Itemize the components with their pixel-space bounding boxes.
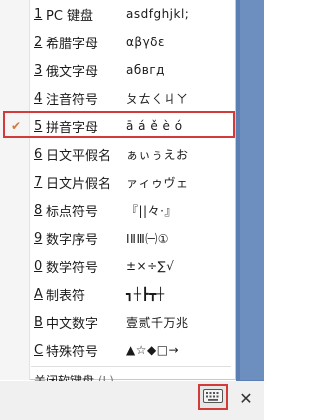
menu-item-number: 8 [34, 202, 43, 218]
menu-item-number: 6 [34, 146, 43, 162]
menu-item-number: 2 [34, 34, 43, 50]
menu-item-sample: абвгд [126, 63, 165, 77]
background-panel-inner [240, 0, 264, 380]
menu-item-label: 标点符号 [46, 204, 99, 220]
menu-item-label: 制表符 [46, 288, 86, 304]
menu-item-katakana[interactable]: 7 日文片假名 ァィゥヴェ [0, 170, 236, 194]
menu-item-chinese-numerals[interactable]: B 中文数字 壹贰千万兆 [0, 310, 236, 334]
menu-item-number: 5 [34, 118, 43, 134]
menu-item-math-symbols[interactable]: 0 数学符号 ±×÷∑√ [0, 254, 236, 278]
menu-item-number: 9 [34, 230, 43, 246]
menu-item-number: 0 [34, 258, 43, 274]
menu-item-sample: ァィゥヴェ [126, 175, 189, 190]
menu-item-sample: asdfghjkl; [126, 7, 190, 21]
menu-item-special-symbols[interactable]: C 特殊符号 ▲☆◆□→ [0, 338, 236, 362]
menu-item-number: 1 [34, 6, 43, 22]
menu-item-sample: ▲☆◆□→ [126, 343, 180, 357]
menu-item-sample: αβγδε [126, 35, 165, 49]
menu-item-sample: ⅠⅡⅢ㈠① [126, 231, 169, 246]
soft-keyboard-menu: 1 PC 键盘 asdfghjkl; 2 希腊字母 αβγδε 3 俄文字母 а… [0, 0, 236, 380]
menu-item-sample: ā á ě è ó [126, 119, 183, 133]
menu-item-hiragana[interactable]: 6 日文平假名 ぁぃぅえお [0, 142, 236, 166]
menu-item-label: 特殊符号 [46, 344, 99, 360]
menu-item-label: 希腊字母 [46, 36, 99, 52]
checkmark-icon: ✔ [11, 119, 22, 133]
menu-item-label: 日文平假名 [46, 148, 112, 164]
menu-item-label: 中文数字 [46, 316, 99, 332]
menu-item-russian[interactable]: 3 俄文字母 абвгд [0, 58, 236, 82]
menu-item-number-symbols[interactable]: 9 数字序号 ⅠⅡⅢ㈠① [0, 226, 236, 250]
menu-item-number: A [34, 286, 43, 302]
menu-item-punctuation[interactable]: 8 标点符号 『||々·』 [0, 198, 236, 222]
keyboard-icon [203, 388, 223, 407]
menu-item-number: 4 [34, 90, 43, 106]
menu-item-pc-keyboard[interactable]: 1 PC 键盘 asdfghjkl; [0, 2, 236, 26]
menu-item-sample: ぁぃぅえお [126, 147, 189, 162]
menu-item-label: 日文片假名 [46, 176, 112, 192]
menu-item-label: 俄文字母 [46, 64, 99, 80]
menu-item-box-drawing[interactable]: A 制表符 ┓┼┣┳┼ [0, 282, 236, 306]
menu-item-label: 拼音字母 [46, 120, 99, 136]
menu-item-number: 3 [34, 62, 43, 78]
menu-item-label: 数字序号 [46, 232, 99, 248]
close-icon: ✕ [239, 388, 253, 408]
menu-item-number: 7 [34, 174, 43, 190]
menu-item-label: PC 键盘 [46, 8, 94, 24]
menu-item-label: 注音符号 [46, 92, 99, 108]
close-button[interactable]: ✕ [234, 386, 258, 410]
menu-separator [31, 366, 231, 367]
menu-item-sample: ┓┼┣┳┼ [126, 287, 165, 301]
menu-item-zhuyin[interactable]: 4 注音符号 ㄆㄊㄑㄐㄚ [0, 86, 236, 110]
menu-item-pinyin[interactable]: ✔ 5 拼音字母 ā á ě è ó [0, 114, 236, 138]
keyboard-button[interactable] [198, 384, 228, 410]
menu-item-number: C [34, 342, 44, 358]
menu-item-sample: ±×÷∑√ [126, 259, 175, 273]
menu-item-number: B [34, 314, 43, 330]
menu-item-label: 数学符号 [46, 260, 99, 276]
menu-item-sample: ㄆㄊㄑㄐㄚ [126, 91, 189, 106]
menu-item-sample: 『||々·』 [126, 203, 177, 218]
menu-item-sample: 壹贰千万兆 [126, 315, 189, 330]
menu-item-greek[interactable]: 2 希腊字母 αβγδε [0, 30, 236, 54]
